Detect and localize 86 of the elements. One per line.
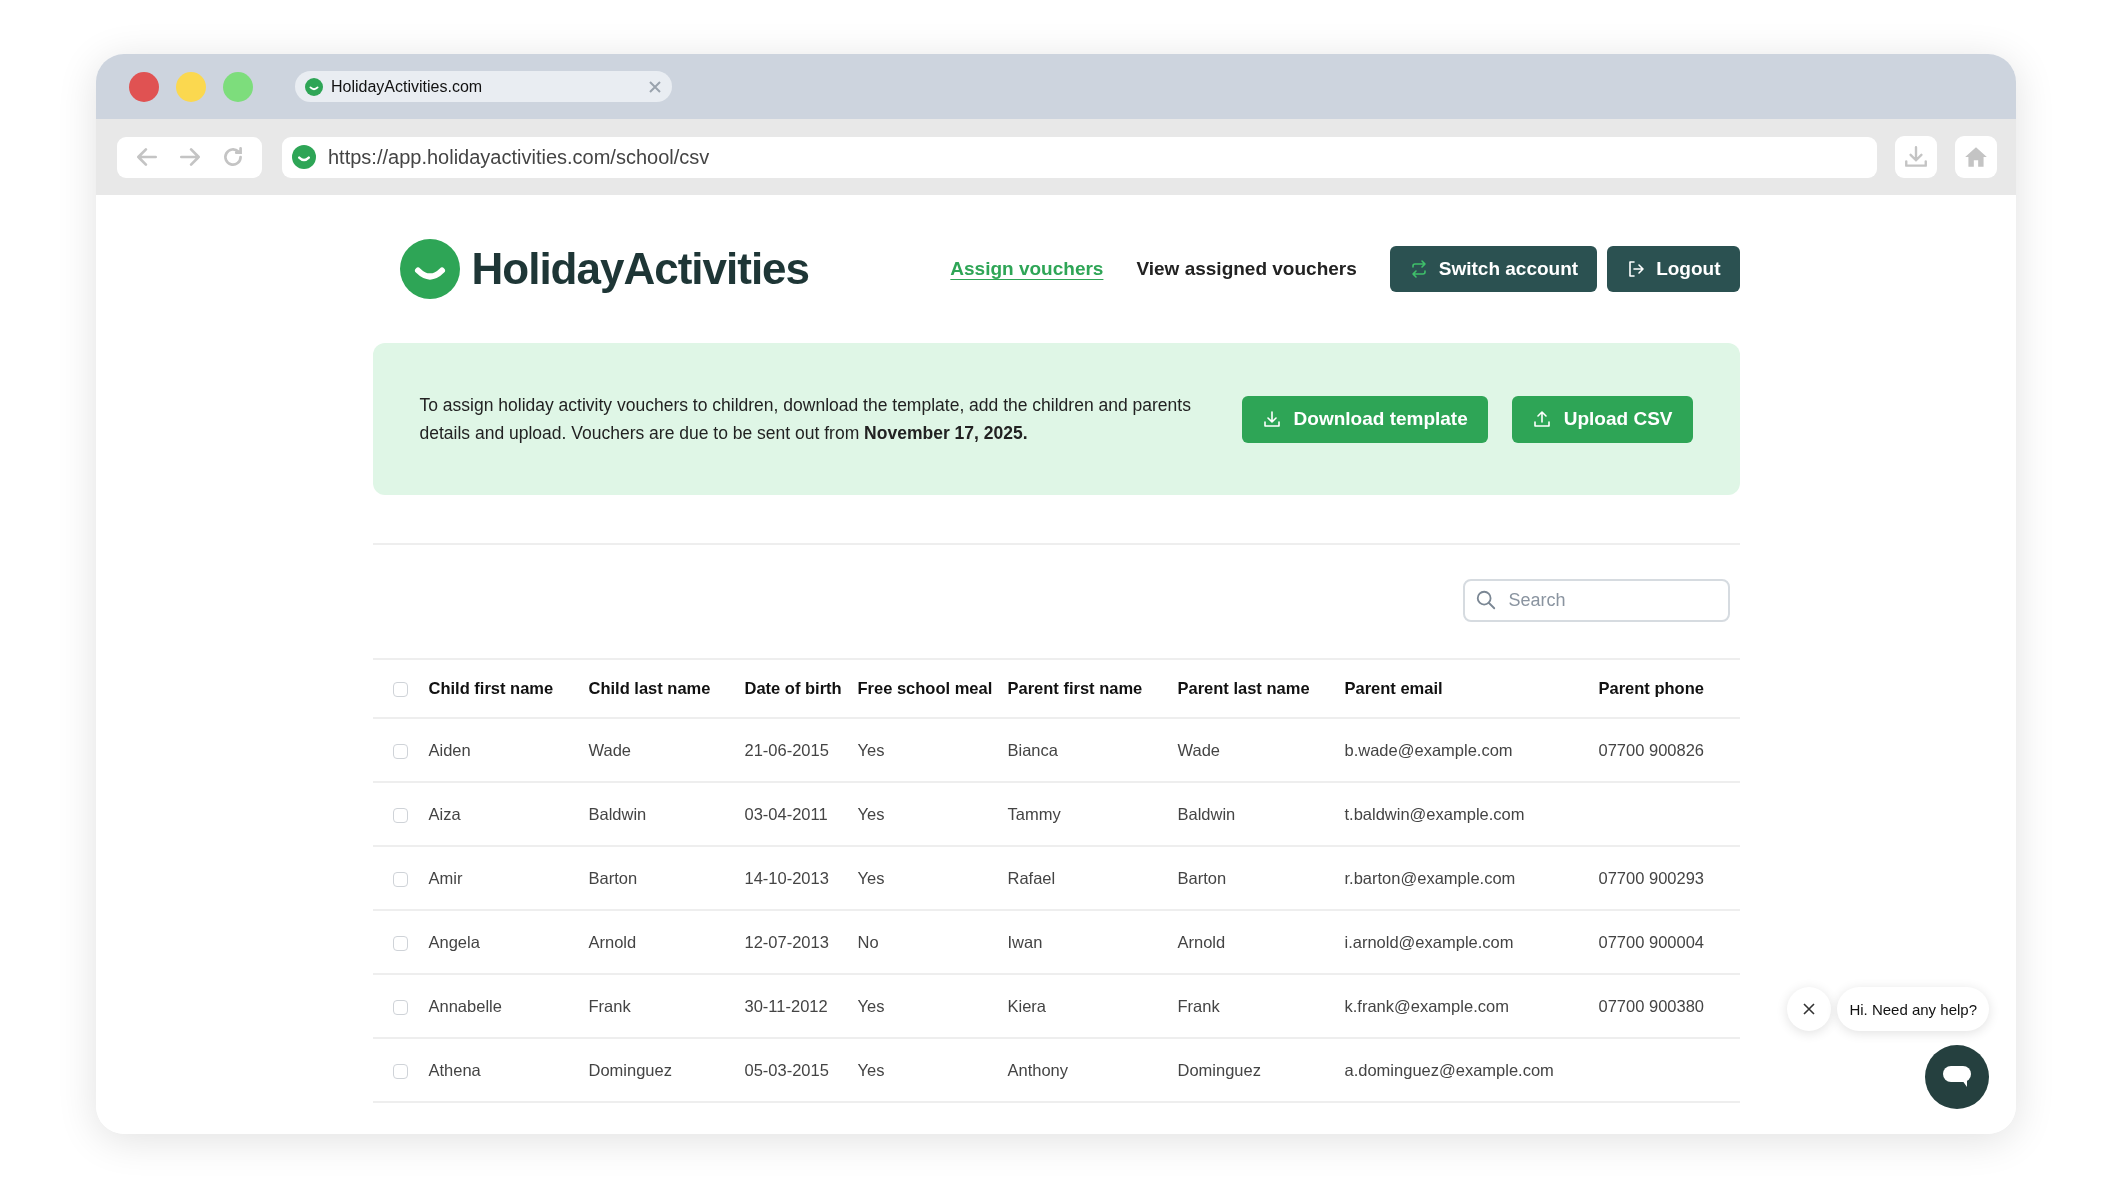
download-icon (1903, 144, 1929, 170)
table-cell: a.dominguez@example.com (1344, 1060, 1554, 1079)
table-cell: k.frank@example.com (1344, 996, 1509, 1015)
table-cell: b.wade@example.com (1344, 740, 1513, 759)
table-cell: Yes (857, 996, 885, 1015)
column-header: Parent first name (1007, 659, 1178, 718)
table-cell: Frank (588, 996, 631, 1015)
address-bar[interactable]: https://app.holidayactivities.com/school/csv (282, 136, 1877, 178)
chat-bubble: Hi. Need any help? (1837, 987, 1989, 1031)
search-icon (1474, 589, 1497, 611)
table-cell: 07700 900004 (1598, 932, 1705, 951)
download-icon (1261, 409, 1282, 429)
table-cell: Wade (1177, 740, 1220, 759)
nav-link[interactable]: View assigned vouchers (1136, 258, 1357, 280)
row-checkbox[interactable] (393, 999, 408, 1015)
table-cell: t.baldwin@example.com (1344, 804, 1525, 823)
table-cell: Dominguez (1177, 1060, 1261, 1079)
table-cell: Baldwin (588, 804, 647, 823)
row-checkbox[interactable] (393, 935, 408, 951)
table-cell: Barton (588, 868, 638, 887)
table-cell: Yes (857, 804, 885, 823)
close-window-button[interactable] (129, 71, 159, 102)
row-checkbox[interactable] (393, 807, 408, 823)
row-checkbox[interactable] (393, 743, 408, 759)
table-cell: Tammy (1007, 804, 1061, 823)
table-cell: 05-03-2015 (744, 1060, 829, 1079)
column-header: Date of birth (744, 659, 858, 718)
maximize-window-button[interactable] (223, 71, 253, 102)
table-cell: Anthony (1007, 1060, 1069, 1079)
table-cell: Barton (1177, 868, 1227, 887)
table-cell: 14-10-2013 (744, 868, 829, 887)
table-cell: Frank (1177, 996, 1220, 1015)
table-cell: Dominguez (588, 1060, 672, 1079)
row-checkbox[interactable] (393, 1063, 408, 1079)
column-header: Child last name (588, 659, 745, 718)
minimize-window-button[interactable] (176, 71, 206, 102)
banner-text: To assign holiday activity vouchers to children, download the template, add the children and parents details and upload. Vouchers are due to be sent out from November 17, 2025. (419, 394, 1192, 445)
table-cell: Iwan (1007, 932, 1043, 951)
logout-icon (1626, 259, 1647, 279)
table-cell: Baldwin (1177, 804, 1236, 823)
close-icon (1802, 1002, 1817, 1016)
logo-text: HolidayActivities (471, 244, 810, 294)
table-cell: Kiera (1007, 996, 1047, 1015)
table-cell: Athena (428, 1060, 481, 1079)
table-cell: i.arnold@example.com (1344, 932, 1514, 951)
table-cell: No (857, 932, 879, 951)
table-cell: 21-06-2015 (744, 740, 829, 759)
table-cell: 12-07-2013 (744, 932, 829, 951)
table-cell: Rafael (1007, 868, 1056, 887)
table-cell: Amir (428, 868, 463, 887)
search-field[interactable]: Search (1462, 579, 1730, 622)
table-cell: Annabelle (428, 996, 502, 1015)
table-cell: Aiden (428, 740, 471, 759)
table-cell: Yes (857, 740, 885, 759)
table-cell: r.barton@example.com (1344, 868, 1516, 887)
table-cell: 07700 900826 (1598, 740, 1705, 759)
download-button[interactable] (1895, 136, 1937, 178)
column-header: Parent last name (1177, 659, 1345, 718)
close-button[interactable] (1787, 987, 1832, 1031)
close-icon[interactable] (648, 79, 662, 94)
row-checkbox[interactable] (393, 871, 408, 887)
table-cell: 07700 900293 (1598, 868, 1705, 887)
table-cell: Bianca (1007, 740, 1058, 759)
logo-icon (399, 239, 460, 299)
table-cell: Angela (428, 932, 480, 951)
table-cell: Arnold (1177, 932, 1226, 951)
table-cell: Yes (857, 1060, 885, 1079)
table-cell: 07700 900380 (1598, 996, 1705, 1015)
upload-icon (1531, 409, 1552, 429)
column-header: Child first name (428, 659, 589, 718)
switch-account-button[interactable]: Switch account (1389, 246, 1598, 292)
browser-tab[interactable]: HolidayActivities.com (295, 71, 672, 102)
select-all-checkbox[interactable] (393, 682, 408, 698)
table-cell: 03-04-2011 (744, 804, 828, 823)
table-cell: Wade (588, 740, 631, 759)
logout-button[interactable]: Logout (1607, 246, 1740, 292)
column-header: Parent email (1344, 659, 1599, 718)
table-cell: Aiza (428, 804, 461, 823)
site-icon (292, 145, 316, 169)
table-cell: 30-11-2012 (744, 996, 828, 1015)
table-cell: Arnold (588, 932, 637, 951)
table-cell: Yes (857, 868, 885, 887)
column-header: Free school meal (857, 659, 1008, 718)
column-header: Parent phone (1598, 659, 1740, 718)
home-button[interactable] (1955, 136, 1997, 178)
favicon-icon (305, 77, 323, 96)
